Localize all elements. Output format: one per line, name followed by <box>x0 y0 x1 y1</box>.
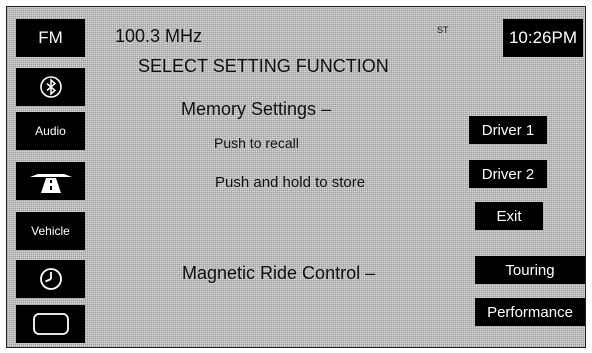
fm-label: FM <box>38 28 63 47</box>
audio-label: Audio <box>35 124 66 138</box>
driver-2-button[interactable]: Driver 2 <box>469 160 547 188</box>
exit-label: Exit <box>496 207 522 225</box>
bluetooth-button[interactable] <box>16 68 85 106</box>
performance-label: Performance <box>487 303 573 321</box>
road-icon <box>28 169 74 193</box>
clock-icon <box>39 267 63 291</box>
ride-control-heading: Magnetic Ride Control – <box>182 263 376 283</box>
performance-button[interactable]: Performance <box>475 298 585 326</box>
recall-hint: Push to recall <box>214 135 299 151</box>
store-hint: Push and hold to store <box>215 174 366 191</box>
driver-2-label: Driver 2 <box>481 165 535 183</box>
touring-label: Touring <box>505 261 555 279</box>
time-label: 10:26PM <box>508 28 578 47</box>
touring-button[interactable]: Touring <box>475 256 585 284</box>
screen-icon <box>32 312 70 336</box>
clock-display: 10:26PM <box>503 19 583 57</box>
driver-1-button[interactable]: Driver 1 <box>469 116 547 144</box>
stereo-indicator: ST <box>437 25 449 35</box>
display-button[interactable] <box>16 305 85 343</box>
exit-button[interactable]: Exit <box>475 202 543 230</box>
bluetooth-icon <box>39 76 62 98</box>
frequency-readout: 100.3 MHz <box>115 26 203 46</box>
audio-button[interactable]: Audio <box>16 112 85 150</box>
vehicle-label: Vehicle <box>31 224 70 238</box>
driver-1-label: Driver 1 <box>481 121 535 139</box>
fm-button[interactable]: FM <box>16 19 85 57</box>
navigation-button[interactable] <box>16 162 85 200</box>
page-title: SELECT SETTING FUNCTION <box>138 56 389 76</box>
clock-button[interactable] <box>16 260 85 298</box>
memory-settings-heading: Memory Settings – <box>181 99 332 119</box>
vehicle-button[interactable]: Vehicle <box>16 212 85 250</box>
